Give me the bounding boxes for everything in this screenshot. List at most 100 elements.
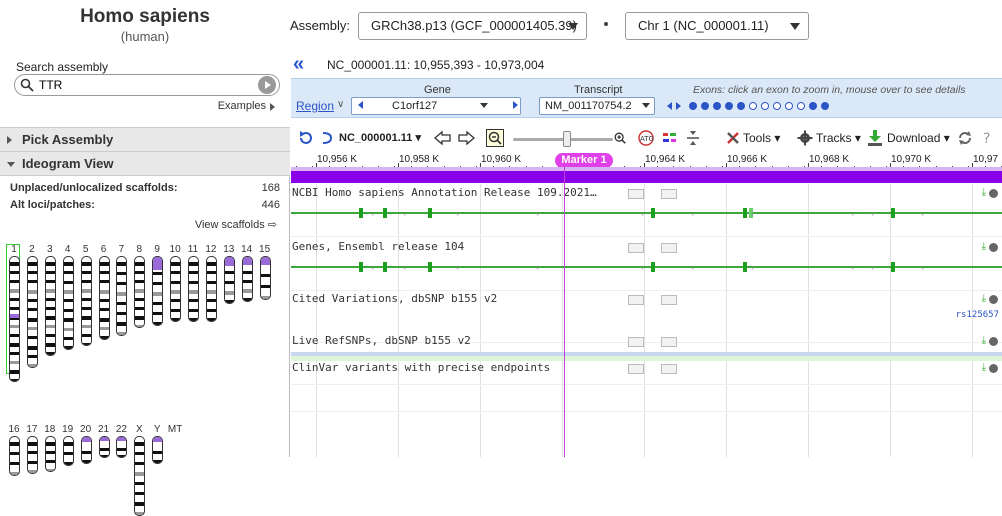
chromosome-label-20[interactable]: 20 [77, 424, 95, 435]
chromosome-15[interactable] [259, 256, 271, 300]
chromosome-label-7[interactable]: 7 [112, 244, 130, 255]
chromosome-label-6[interactable]: 6 [95, 244, 113, 255]
chromosome-select[interactable]: Chr 1 (NC_000001.11) [625, 12, 809, 40]
track-prev-button[interactable] [628, 364, 644, 374]
exon-dot[interactable] [701, 102, 709, 110]
transcript-select[interactable]: NM_001170754.2 [539, 97, 655, 115]
chromosome-label-X[interactable]: X [130, 424, 148, 435]
zoom-slider-thumb[interactable] [563, 131, 571, 147]
chromosome-Y[interactable] [152, 436, 164, 464]
chromosome-7[interactable] [116, 256, 128, 336]
chromosome-6[interactable] [98, 256, 110, 340]
exon-dot[interactable] [773, 102, 781, 110]
track-prev-button[interactable] [628, 189, 644, 199]
chromosome-label-3[interactable]: 3 [41, 244, 59, 255]
gear-icon[interactable] [989, 364, 998, 373]
region-link[interactable]: Region [296, 99, 334, 113]
pan-right-icon[interactable] [457, 130, 475, 146]
download-icon[interactable]: ⤓ [982, 335, 986, 346]
track-next-button[interactable] [661, 337, 677, 347]
chromosome-18[interactable] [44, 436, 56, 472]
chromosome-label-13[interactable]: 13 [220, 244, 238, 255]
pan-left-icon[interactable] [434, 130, 452, 146]
chromosome-label-14[interactable]: 14 [238, 244, 256, 255]
exon[interactable] [891, 208, 895, 218]
chromosome-13[interactable] [223, 256, 235, 304]
color-tracks-icon[interactable] [661, 130, 679, 146]
chromosome-3[interactable] [44, 256, 56, 356]
exon[interactable] [383, 262, 387, 272]
chromosome-8[interactable] [134, 256, 146, 328]
chromosome-label-Y[interactable]: Y [148, 424, 166, 435]
chromosome-label-16[interactable]: 16 [5, 424, 23, 435]
chromosome-label-5[interactable]: 5 [77, 244, 95, 255]
exon[interactable] [743, 208, 747, 218]
exon-dot[interactable] [737, 102, 745, 110]
track-next-button[interactable] [661, 243, 677, 253]
chromosome-label-18[interactable]: 18 [41, 424, 59, 435]
back-icon[interactable]: « [293, 53, 304, 76]
previous-gene-icon[interactable] [358, 101, 363, 109]
pick-assembly-header[interactable]: Pick Assembly [0, 128, 290, 152]
chromosome-21[interactable] [98, 436, 110, 458]
chromosome-22[interactable] [116, 436, 128, 458]
chromosome-label-12[interactable]: 12 [202, 244, 220, 255]
chromosome-17[interactable] [26, 436, 38, 474]
exon-dot[interactable] [809, 102, 817, 110]
exon-dot[interactable] [713, 102, 721, 110]
zoom-in-icon[interactable] [613, 131, 627, 145]
chromosome-9[interactable] [152, 256, 164, 326]
gene-select[interactable]: C1orf127 [351, 97, 521, 115]
exon-dot[interactable] [797, 102, 805, 110]
chromosome-1[interactable] [9, 256, 20, 382]
flip-strand-icon[interactable] [319, 130, 335, 146]
track-next-button[interactable] [661, 189, 677, 199]
exon[interactable] [359, 262, 363, 272]
chromosome-label-17[interactable]: 17 [23, 424, 41, 435]
variant-link[interactable]: rs125657 [956, 310, 999, 320]
refresh-icon[interactable] [297, 130, 313, 146]
chromosome-label-22[interactable]: 22 [112, 424, 130, 435]
track-next-button[interactable] [661, 295, 677, 305]
exon[interactable] [383, 208, 387, 218]
chromosome-X[interactable] [134, 436, 146, 516]
exon-dot[interactable] [821, 102, 829, 110]
sequence-icon[interactable]: ATG [637, 130, 655, 146]
download-menu[interactable]: Download ▾ [887, 129, 950, 147]
reload-icon[interactable] [957, 130, 973, 146]
track-prev-button[interactable] [628, 337, 644, 347]
chromosome-label-15[interactable]: 15 [256, 244, 274, 255]
chromosome-label-2[interactable]: 2 [23, 244, 41, 255]
exon-dot[interactable] [785, 102, 793, 110]
exon[interactable] [651, 262, 655, 272]
exon[interactable] [891, 262, 895, 272]
chromosome-label-4[interactable]: 4 [59, 244, 77, 255]
exon-dot[interactable] [689, 102, 697, 110]
assembly-select[interactable]: GRCh38.p13 (GCF_000001405.39) [358, 12, 587, 40]
exon[interactable] [428, 208, 432, 218]
chromosome-19[interactable] [62, 436, 74, 466]
next-gene-icon[interactable] [513, 101, 518, 109]
chromosome-label-21[interactable]: 21 [95, 424, 113, 435]
previous-exon-icon[interactable] [667, 102, 672, 110]
tools-menu[interactable]: Tools ▾ [743, 129, 780, 147]
exon[interactable] [359, 208, 363, 218]
search-go-button[interactable] [258, 76, 276, 94]
chevron-down-icon[interactable]: ∨ [337, 99, 344, 110]
track-next-button[interactable] [661, 364, 677, 374]
exon-dot[interactable] [761, 102, 769, 110]
chromosome-12[interactable] [205, 256, 217, 322]
track-prev-button[interactable] [628, 243, 644, 253]
chromosome-10[interactable] [170, 256, 182, 322]
chromosome-label-10[interactable]: 10 [166, 244, 184, 255]
track-prev-button[interactable] [628, 295, 644, 305]
chromosome-5[interactable] [80, 256, 92, 346]
next-exon-icon[interactable] [676, 102, 681, 110]
chromosome-label-19[interactable]: 19 [59, 424, 77, 435]
chromosome-14[interactable] [241, 256, 253, 302]
chromosome-label-8[interactable]: 8 [130, 244, 148, 255]
exon[interactable] [743, 262, 747, 272]
help-icon[interactable]: ? [981, 130, 995, 146]
exon-dot[interactable] [749, 102, 757, 110]
gear-icon[interactable] [989, 189, 998, 198]
